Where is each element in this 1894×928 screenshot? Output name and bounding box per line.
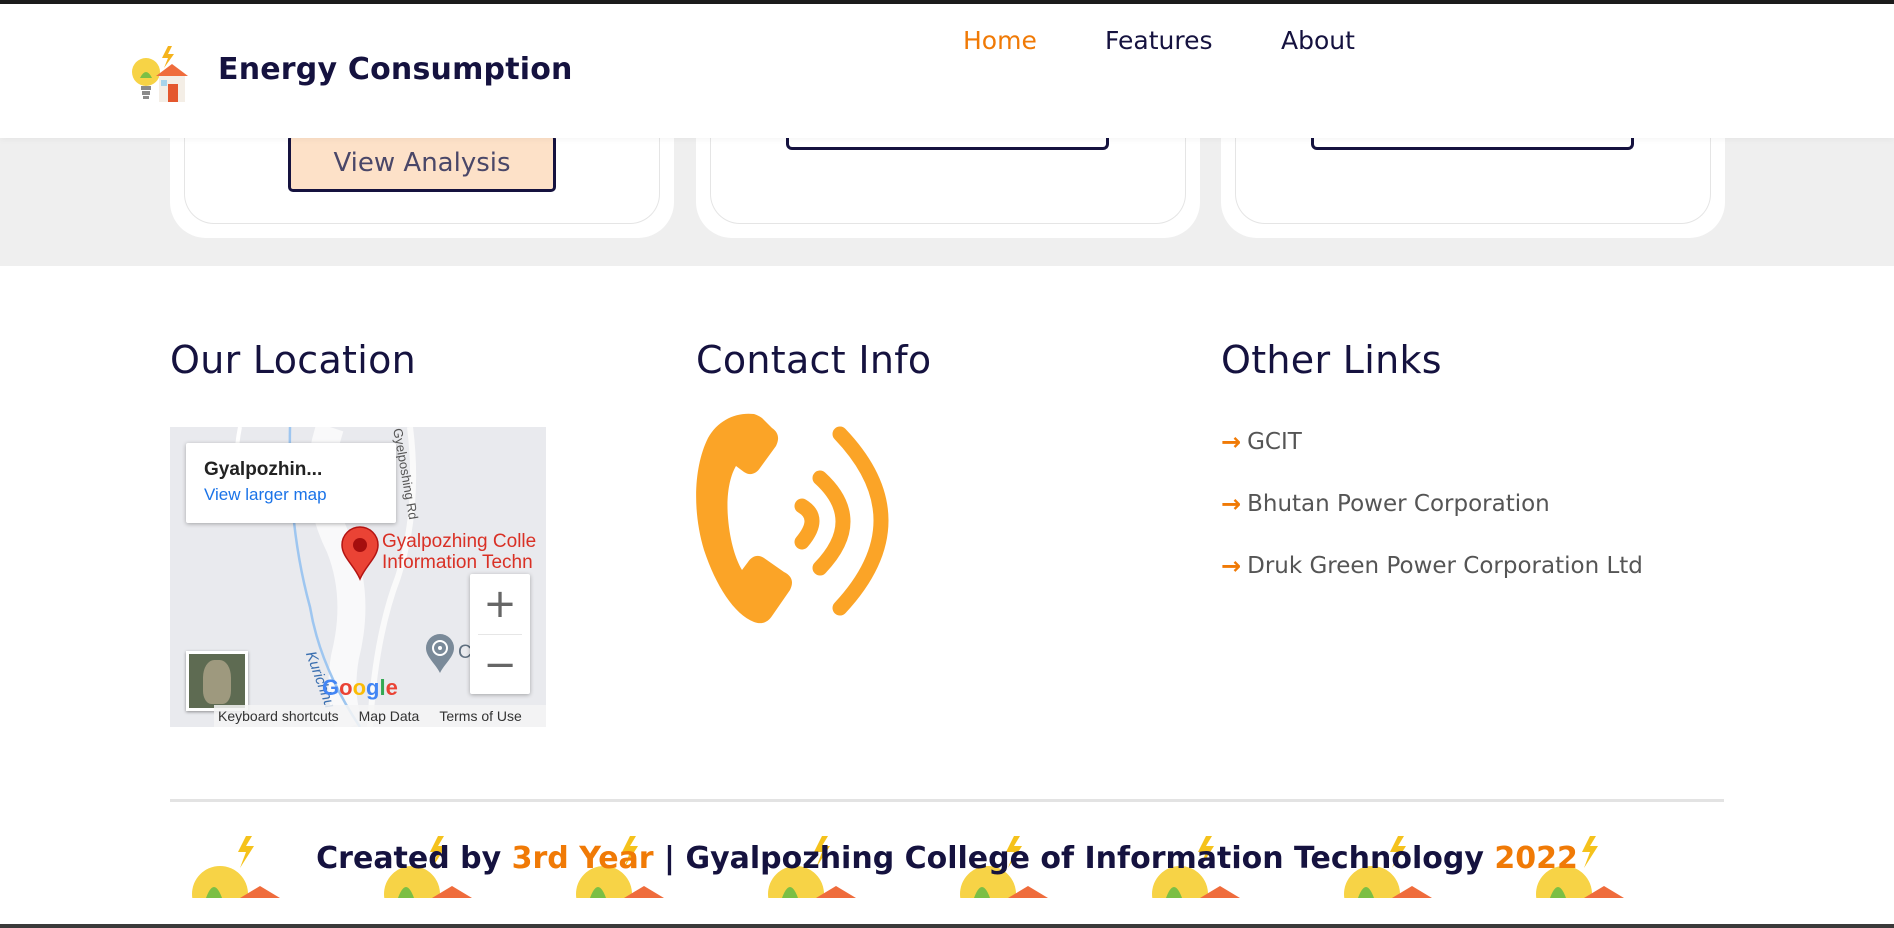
- footer-year: 2022: [1494, 841, 1578, 876]
- our-location-title: Our Location: [170, 338, 417, 382]
- google-logo: Google: [322, 675, 398, 700]
- nav-home[interactable]: Home: [963, 26, 1037, 55]
- link-label: Bhutan Power Corporation: [1247, 491, 1550, 517]
- arrow-right-icon: →: [1221, 552, 1242, 580]
- logo-icon[interactable]: [128, 44, 190, 106]
- footer-year-group: 3rd Year: [511, 841, 654, 876]
- phone-ringing-icon: [696, 413, 889, 624]
- view-larger-map-link[interactable]: View larger map: [204, 485, 378, 505]
- nav-about[interactable]: About: [1281, 26, 1355, 55]
- contact-info-title: Contact Info: [696, 338, 932, 382]
- link-bhutan-power-corporation[interactable]: → Bhutan Power Corporation: [1221, 490, 1550, 518]
- arrow-right-icon: →: [1221, 490, 1242, 518]
- footer-divider: [170, 799, 1724, 802]
- link-label: GCIT: [1247, 429, 1302, 455]
- view-analysis-button[interactable]: View Analysis: [288, 134, 556, 192]
- brand-name[interactable]: Energy Consumption: [218, 52, 573, 87]
- terms-of-use-link[interactable]: Terms of Use: [439, 708, 521, 724]
- map-place-card: Gyalpozhin... View larger map: [186, 443, 396, 523]
- footer-credits: Created by 3rd Year | Gyalpozhing Colleg…: [316, 841, 1578, 876]
- satellite-toggle[interactable]: [186, 651, 248, 711]
- map-place-label: Gyalpozhing Colle Information Techn: [382, 531, 537, 573]
- window-bottom-border: [0, 924, 1894, 928]
- nav-features[interactable]: Features: [1105, 26, 1213, 55]
- map-footer: Keyboard shortcuts Map Data Terms of Use: [214, 705, 546, 727]
- map-data-link[interactable]: Map Data: [359, 708, 420, 724]
- map-zoom-controls: + −: [470, 574, 530, 694]
- link-gcit[interactable]: → GCIT: [1221, 428, 1302, 456]
- other-links-title: Other Links: [1221, 338, 1442, 382]
- keyboard-shortcuts-link[interactable]: Keyboard shortcuts: [218, 708, 339, 724]
- map-pin-icon[interactable]: [340, 525, 380, 581]
- link-druk-green-power[interactable]: → Druk Green Power Corporation Ltd: [1221, 552, 1643, 580]
- map-place-name: Gyalpozhin...: [204, 459, 323, 480]
- poi-marker-icon[interactable]: [424, 633, 456, 675]
- link-label: Druk Green Power Corporation Ltd: [1247, 553, 1643, 579]
- zoom-in-button[interactable]: +: [470, 574, 530, 634]
- arrow-right-icon: →: [1221, 428, 1242, 456]
- embedded-map[interactable]: Gyelposhing Rd Kurichhu Gyalpozhin... Vi…: [170, 427, 546, 727]
- zoom-out-button[interactable]: −: [470, 635, 530, 695]
- features-section-bottom: [0, 100, 1894, 266]
- site-header: Energy Consumption Home Features About: [0, 4, 1894, 138]
